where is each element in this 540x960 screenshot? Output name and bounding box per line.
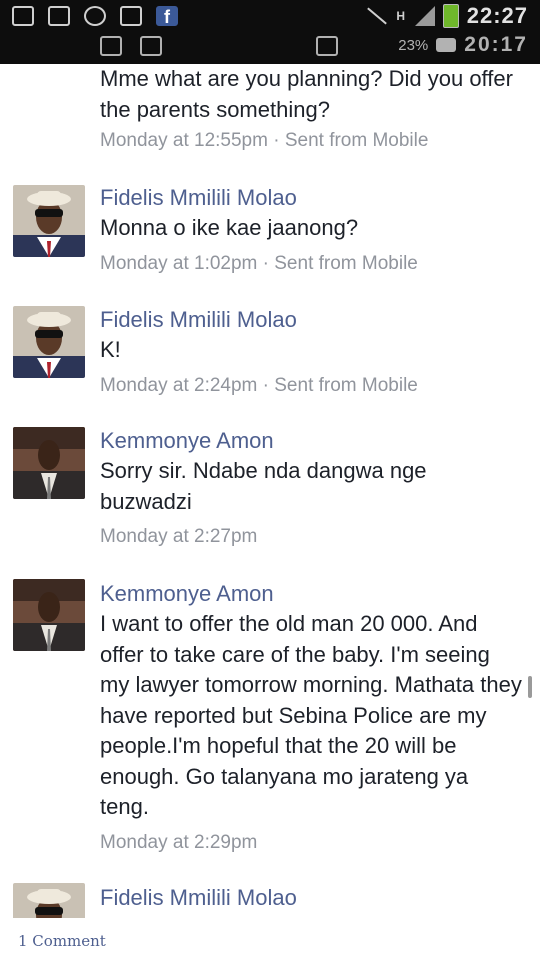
nfc-icon	[280, 36, 302, 56]
message-text: Sorry sir. Ndabe nda dangwa nge buzwadzi	[100, 458, 427, 514]
facebook-lite-icon	[100, 36, 122, 56]
mute-icon	[365, 6, 387, 26]
battery-icon	[442, 4, 459, 28]
bluetooth-icon	[200, 36, 222, 56]
battery-icon	[436, 38, 457, 52]
avatar[interactable]	[13, 306, 85, 378]
message-item: Fidelis Mmilili Molao K! Monday at 2:24p…	[0, 292, 540, 414]
signal-icon	[350, 36, 372, 56]
mail-icon	[316, 36, 338, 56]
message-item: Fidelis Mmilili Molao Monna o ike kae ja…	[0, 171, 540, 293]
gallery-icon	[12, 36, 34, 56]
sender-name[interactable]: Kemmonye Amon	[100, 578, 522, 609]
status-bar-top-row: f H 22:27	[0, 0, 540, 32]
message-meta: Monday at 1:02pm · Sent from Mobile	[100, 252, 418, 274]
message-meta: Monday at 2:29pm	[100, 831, 258, 853]
message-text: Monna o ike kae jaanong?	[100, 215, 359, 240]
download-icon	[56, 36, 78, 56]
message-text: I want to offer the old man 20 000. And …	[100, 611, 522, 819]
message-text: Mme what are you planning? Did you offer…	[100, 66, 513, 122]
post-footer: 1 Comment	[0, 918, 540, 960]
signal-icon	[414, 6, 435, 26]
gallery-icon	[120, 6, 142, 26]
status-time: 22:27	[466, 3, 528, 28]
avatar[interactable]	[13, 579, 85, 651]
battery-percent: 23%	[398, 36, 429, 54]
message-text: K!	[100, 337, 121, 362]
message-item: Kemmonye Amon Sorry sir. Ndabe nda dangw…	[0, 413, 540, 566]
sender-name[interactable]: Fidelis Mmilili Molao	[100, 304, 522, 335]
status-bar: f H 22:27 23% 20:17	[0, 0, 540, 64]
whatsapp-icon	[84, 6, 106, 26]
message-meta: Monday at 12:55pm · Sent from Mobile	[100, 130, 429, 151]
reflected-time: 20:17	[464, 33, 528, 56]
avatar[interactable]	[13, 883, 85, 921]
sender-name[interactable]: Fidelis Mmilili Molao	[100, 182, 522, 213]
sender-name[interactable]: Kemmonye Amon	[100, 425, 522, 456]
message-item: Fidelis Mmilili Molao	[0, 869, 540, 921]
sender-name[interactable]: Fidelis Mmilili Molao	[100, 882, 522, 913]
network-type-icon: H	[396, 8, 406, 23]
message-meta: Monday at 2:24pm · Sent from Mobile	[100, 374, 418, 396]
message-item: Kemmonye Amon I want to offer the old ma…	[0, 565, 540, 870]
facebook-icon: f	[156, 6, 178, 26]
status-bar-reflection-row: 23% 20:17	[0, 30, 540, 62]
alarm-icon	[240, 36, 262, 56]
facebook-lite-icon	[12, 6, 34, 26]
comments-link[interactable]: 1 Comment	[18, 932, 106, 950]
facebook-lite-icon	[48, 6, 70, 26]
message-partial: Mme what are you planning? Did you offer…	[0, 64, 540, 172]
avatar[interactable]	[13, 427, 85, 499]
facebook-lite-icon	[140, 36, 162, 56]
message-meta: Monday at 2:27pm	[100, 526, 258, 547]
avatar[interactable]	[13, 185, 85, 257]
scrollbar-thumb[interactable]	[528, 676, 532, 698]
